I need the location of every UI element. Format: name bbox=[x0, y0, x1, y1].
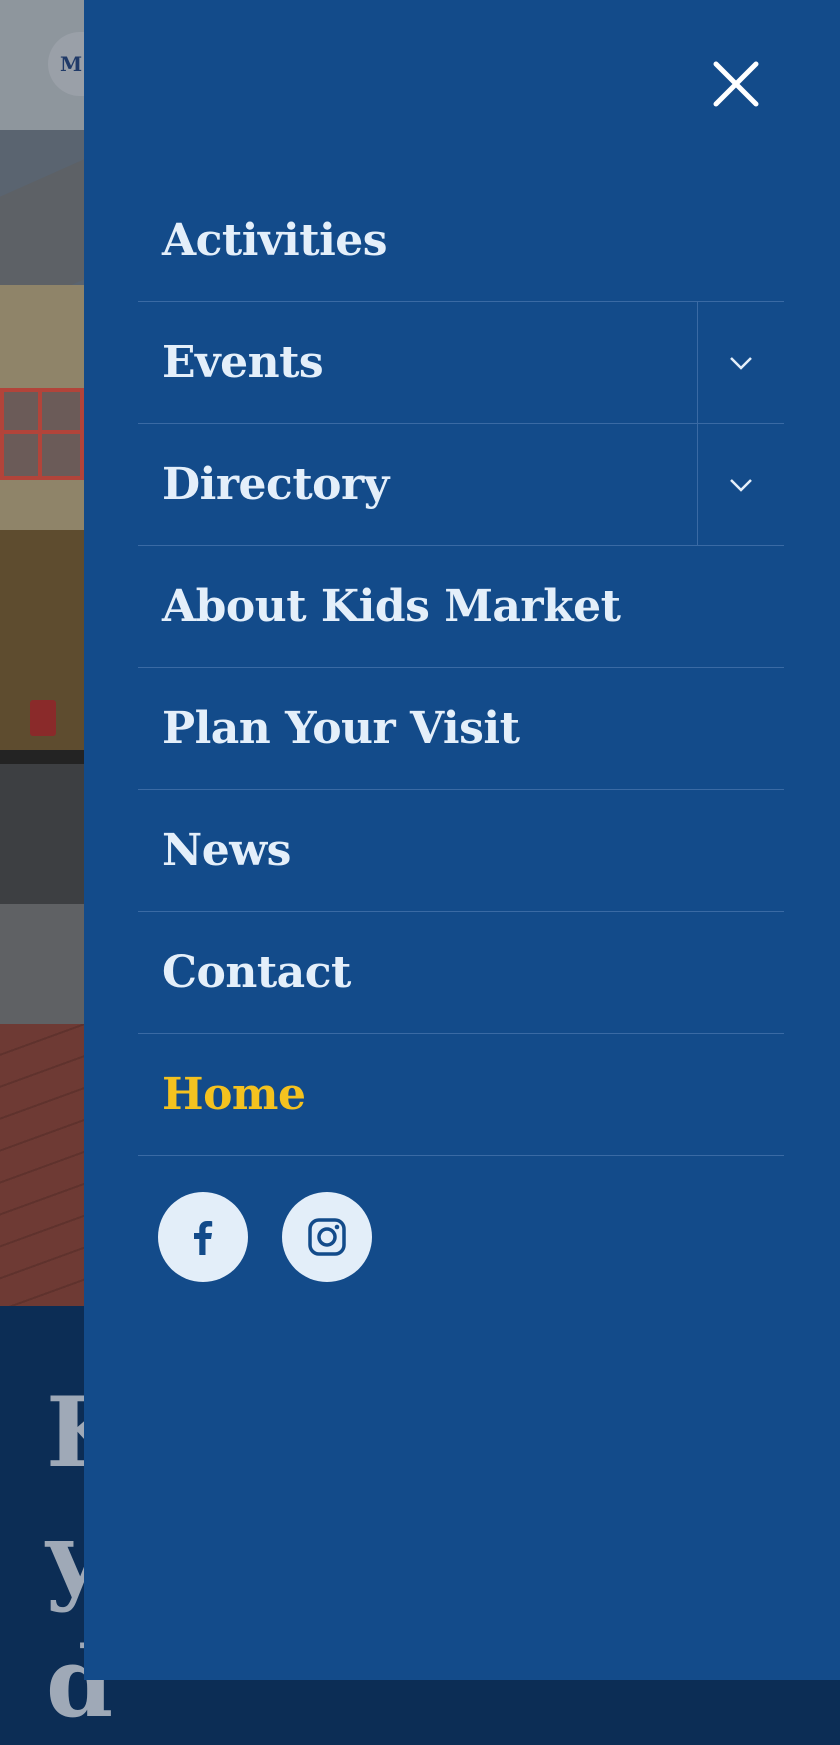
menu-link-plan-your-visit[interactable]: Plan Your Visit bbox=[138, 668, 784, 789]
facebook-icon bbox=[194, 1221, 213, 1255]
facebook-button[interactable] bbox=[158, 1192, 248, 1282]
chevron-down-icon bbox=[730, 356, 752, 370]
menu-item-activities: Activities bbox=[138, 180, 784, 302]
hero-window bbox=[0, 388, 84, 480]
menu-link-about[interactable]: About Kids Market bbox=[138, 546, 784, 667]
menu-item-home: Home bbox=[138, 1034, 784, 1156]
parking-sign bbox=[30, 700, 56, 736]
instagram-button[interactable] bbox=[282, 1192, 372, 1282]
menu-item-plan-your-visit: Plan Your Visit bbox=[138, 668, 784, 790]
menu-link-news[interactable]: News bbox=[138, 790, 784, 911]
social-links bbox=[158, 1192, 372, 1282]
nav-drawer: Activities Events Directory About Kids M… bbox=[84, 0, 840, 1680]
menu-item-about: About Kids Market bbox=[138, 546, 784, 668]
site-logo-text: M bbox=[60, 52, 83, 76]
menu-item-events: Events bbox=[138, 302, 784, 424]
menu-item-news: News bbox=[138, 790, 784, 912]
chevron-down-icon bbox=[730, 478, 752, 492]
menu-link-contact[interactable]: Contact bbox=[138, 912, 784, 1033]
events-submenu-toggle[interactable] bbox=[697, 302, 784, 423]
directory-submenu-toggle[interactable] bbox=[697, 424, 784, 545]
menu-link-home[interactable]: Home bbox=[138, 1034, 784, 1155]
menu-link-directory[interactable]: Directory bbox=[138, 424, 697, 545]
close-button[interactable] bbox=[704, 52, 768, 116]
close-icon bbox=[713, 61, 759, 107]
main-menu: Activities Events Directory About Kids M… bbox=[138, 180, 784, 1156]
menu-link-events[interactable]: Events bbox=[138, 302, 697, 423]
menu-item-contact: Contact bbox=[138, 912, 784, 1034]
instagram-icon bbox=[308, 1218, 346, 1256]
menu-item-directory: Directory bbox=[138, 424, 784, 546]
menu-link-activities[interactable]: Activities bbox=[138, 180, 784, 301]
